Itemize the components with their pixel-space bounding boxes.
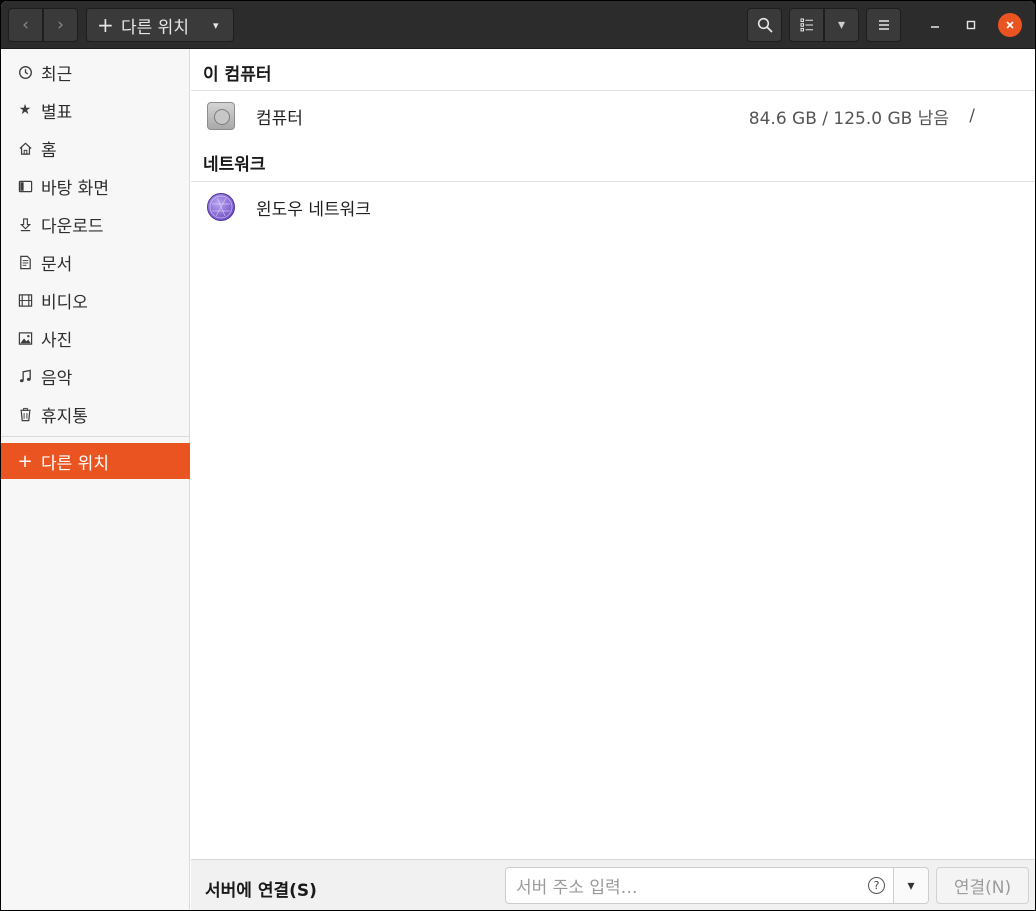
- back-button[interactable]: ‹: [8, 8, 43, 42]
- list-view-button[interactable]: [789, 8, 824, 42]
- desktop-icon: [17, 178, 33, 194]
- sidebar-item-label: 별표: [41, 102, 73, 123]
- sidebar-item-desktop[interactable]: 바탕 화면: [1, 168, 190, 204]
- sidebar-item-label: 최근: [41, 64, 73, 85]
- location-mount-path: /: [969, 106, 975, 126]
- location-name: 컴퓨터: [256, 108, 303, 129]
- sidebar-item-recent[interactable]: 최근: [1, 54, 190, 90]
- server-address-input[interactable]: 서버 주소 입력… ?: [505, 867, 894, 904]
- list-view-icon: [800, 18, 813, 32]
- location-row-computer[interactable]: 컴퓨터 84.6 GB / 125.0 GB 남음 /: [191, 92, 1035, 140]
- close-button[interactable]: [998, 13, 1022, 37]
- sidebar-item-label: 휴지통: [41, 406, 88, 427]
- sidebar-item-label: 사진: [41, 330, 73, 351]
- sidebar-item-label: 비디오: [41, 292, 88, 313]
- location-free-space: 84.6 GB / 125.0 GB 남음: [748, 108, 949, 129]
- home-icon: [17, 140, 33, 156]
- close-icon: [1006, 21, 1014, 29]
- chevron-right-icon: ›: [57, 15, 64, 35]
- section-divider: [191, 181, 1035, 182]
- location-name: 윈도우 네트워크: [256, 199, 371, 220]
- sidebar-item-other-locations[interactable]: + 다른 위치: [1, 443, 190, 479]
- header-bar: ‹ › + 다른 위치 ▾ ▾: [1, 1, 1035, 49]
- minimize-button[interactable]: [923, 13, 947, 37]
- chevron-down-icon: ▾: [907, 877, 915, 894]
- sidebar-item-music[interactable]: 음악: [1, 358, 190, 394]
- trash-icon: [17, 406, 33, 422]
- picture-icon: [17, 330, 33, 346]
- sidebar-item-label: 다른 위치: [41, 453, 109, 474]
- maximize-button[interactable]: [959, 13, 983, 37]
- sidebar-item-videos[interactable]: 비디오: [1, 282, 190, 318]
- recent-servers-dropdown[interactable]: ▾: [894, 867, 929, 904]
- plus-icon: +: [17, 450, 33, 472]
- video-icon: [17, 292, 33, 308]
- hamburger-icon: [878, 20, 889, 30]
- drive-harddisk-icon: [207, 102, 235, 130]
- network-globe-icon: [207, 193, 235, 221]
- plus-icon: +: [97, 13, 114, 37]
- sidebar-item-starred[interactable]: ★ 별표: [1, 92, 190, 128]
- sidebar-item-documents[interactable]: 문서: [1, 244, 190, 280]
- view-options-button[interactable]: ▾: [824, 8, 859, 42]
- section-title-this-computer: 이 컴퓨터: [203, 65, 272, 85]
- clock-icon: [17, 64, 33, 80]
- section-title-network: 네트워크: [203, 155, 266, 175]
- sidebar-item-label: 바탕 화면: [41, 178, 109, 199]
- connect-to-server-label: 서버에 연결(S): [205, 881, 317, 901]
- chevron-down-icon: ▾: [837, 17, 846, 33]
- chevron-left-icon: ‹: [22, 15, 29, 35]
- sidebar-item-trash[interactable]: 휴지통: [1, 396, 190, 432]
- sidebar: 최근 ★ 별표 홈 바탕 화면 다운로드 문서 비디오 사진 음악 휴지통 + …: [1, 49, 190, 910]
- main-menu-button[interactable]: [866, 8, 901, 42]
- sidebar-item-home[interactable]: 홈: [1, 130, 190, 166]
- star-icon: ★: [18, 102, 32, 118]
- sidebar-separator: [1, 436, 190, 437]
- search-button[interactable]: [747, 8, 782, 42]
- music-icon: [17, 368, 33, 384]
- sidebar-item-label: 문서: [41, 254, 73, 275]
- files-window: ‹ › + 다른 위치 ▾ ▾ 최근 ★ 별표 홈 바탕 화면 다운로드 문서 …: [1, 1, 1035, 910]
- sidebar-item-label: 음악: [41, 368, 73, 389]
- forward-button[interactable]: ›: [43, 8, 78, 42]
- section-divider: [191, 90, 1035, 91]
- path-label: 다른 위치: [121, 17, 189, 38]
- places-view: 이 컴퓨터 컴퓨터 84.6 GB / 125.0 GB 남음 / 네트워크 윈…: [191, 49, 1035, 859]
- sidebar-item-label: 다운로드: [41, 216, 104, 237]
- connect-button[interactable]: 연결(N): [936, 867, 1029, 904]
- search-icon: [757, 17, 772, 33]
- help-icon[interactable]: ?: [868, 877, 885, 894]
- sidebar-item-label: 홈: [41, 140, 57, 161]
- sidebar-item-downloads[interactable]: 다운로드: [1, 206, 190, 242]
- chevron-down-icon: ▾: [212, 18, 219, 32]
- location-path-button[interactable]: + 다른 위치 ▾: [86, 8, 234, 42]
- document-icon: [17, 254, 33, 270]
- maximize-icon: [966, 20, 976, 30]
- download-icon: [17, 216, 33, 232]
- server-address-placeholder: 서버 주소 입력…: [516, 878, 638, 898]
- minimize-icon: [931, 26, 939, 28]
- connect-to-server-bar: 서버에 연결(S) 서버 주소 입력… ? ▾ 연결(N): [191, 859, 1035, 910]
- location-row-windows-network[interactable]: 윈도우 네트워크: [191, 183, 1035, 231]
- sidebar-item-pictures[interactable]: 사진: [1, 320, 190, 356]
